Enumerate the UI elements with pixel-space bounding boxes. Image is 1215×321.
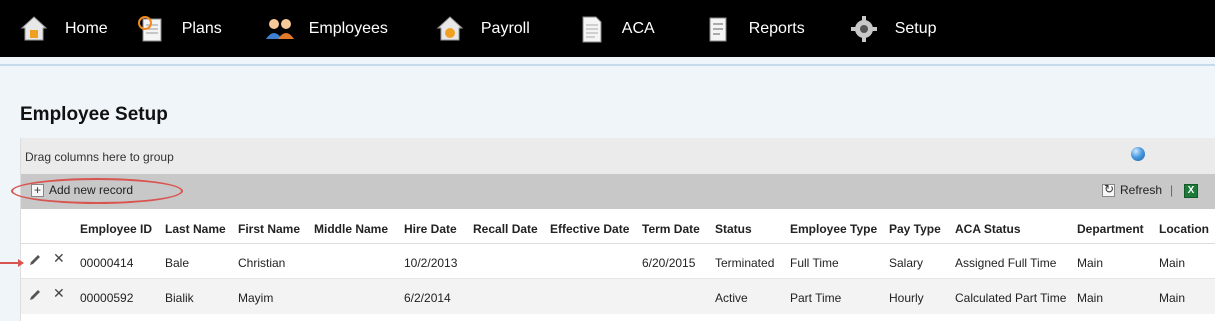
column-header-aca-status[interactable]: ACA Status	[955, 222, 1021, 236]
nav-setup-label: Setup	[894, 19, 937, 37]
plus-icon: +	[31, 183, 44, 197]
refresh-label: Refresh	[1120, 183, 1163, 197]
column-header-employee-type[interactable]: Employee Type	[790, 222, 877, 236]
cell-location: Main	[1159, 291, 1186, 305]
nav-reports[interactable]: Reports	[704, 0, 805, 57]
nav-home[interactable]: Home	[20, 0, 108, 57]
nav-plans-label: Plans	[181, 19, 222, 37]
cell-location: Main	[1159, 256, 1186, 270]
divider	[0, 64, 1215, 66]
cell-last-name: Bialik	[165, 291, 194, 305]
table-header: Employee ID Last Name First Name Middle …	[21, 209, 1215, 244]
nav-setup[interactable]: Setup	[850, 0, 937, 57]
nav-payroll[interactable]: Payroll	[436, 0, 530, 57]
edit-pencil-icon[interactable]	[28, 288, 42, 302]
cell-aca-status: Assigned Full Time	[955, 256, 1057, 270]
cell-department: Main	[1077, 291, 1104, 305]
nav-employees[interactable]: Employees	[264, 0, 388, 57]
cell-hire-date: 10/2/2013	[404, 256, 458, 270]
column-header-effective-date[interactable]: Effective Date	[550, 222, 629, 236]
annotation-arrow	[0, 259, 24, 267]
refresh-button[interactable]: Refresh	[1102, 182, 1163, 197]
table-row[interactable]: ✕ 00000414 Bale Christian 10/2/2013 6/20…	[21, 244, 1215, 279]
reports-icon	[704, 15, 732, 43]
column-header-recall-date[interactable]: Recall Date	[473, 222, 538, 236]
globe-icon[interactable]	[1131, 147, 1145, 161]
payroll-icon	[436, 15, 464, 43]
cell-employee-id: 00000414	[80, 256, 134, 270]
home-icon	[20, 15, 48, 43]
nav-plans[interactable]: Plans	[137, 0, 222, 57]
gear-icon	[850, 15, 878, 43]
group-hint-text: Drag columns here to group	[25, 150, 174, 164]
column-header-department[interactable]: Department	[1077, 222, 1144, 236]
column-header-hire-date[interactable]: Hire Date	[404, 222, 457, 236]
cell-first-name: Mayim	[238, 291, 274, 305]
add-new-record-label: Add new record	[49, 183, 134, 197]
cell-employee-type: Full Time	[790, 256, 839, 270]
plans-icon	[137, 15, 165, 43]
column-header-location[interactable]: Location	[1159, 222, 1209, 236]
nav-reports-label: Reports	[748, 19, 805, 37]
column-header-middle-name[interactable]: Middle Name	[314, 222, 388, 236]
employees-icon	[264, 15, 296, 43]
toolbar-separator: |	[1170, 183, 1174, 197]
cell-department: Main	[1077, 256, 1104, 270]
edit-pencil-icon[interactable]	[28, 253, 42, 267]
column-header-status[interactable]: Status	[715, 222, 752, 236]
cell-pay-type: Hourly	[889, 291, 924, 305]
cell-employee-id: 00000592	[80, 291, 134, 305]
cell-employee-type: Part Time	[790, 291, 842, 305]
nav-aca-label: ACA	[621, 19, 655, 37]
delete-x-icon[interactable]: ✕	[53, 252, 67, 266]
refresh-icon	[1102, 182, 1115, 197]
cell-term-date: 6/20/2015	[642, 256, 696, 270]
nav-home-label: Home	[65, 19, 108, 37]
table-row[interactable]: ✕ 00000592 Bialik Mayim 6/2/2014 Active …	[21, 279, 1215, 314]
grid-toolbar: + Add new record Refresh | X	[11, 174, 1215, 209]
top-navigation: Home Plans Employees Payroll ACA Reports	[0, 0, 1215, 57]
column-header-first-name[interactable]: First Name	[238, 222, 300, 236]
cell-last-name: Bale	[165, 256, 190, 270]
cell-aca-status: Calculated Part Time	[955, 291, 1067, 305]
cell-hire-date: 6/2/2014	[404, 291, 451, 305]
cell-status: Active	[715, 291, 748, 305]
excel-export-icon[interactable]: X	[1184, 184, 1198, 198]
cell-first-name: Christian	[238, 256, 286, 270]
column-header-term-date[interactable]: Term Date	[642, 222, 700, 236]
nav-employees-label: Employees	[308, 19, 388, 37]
cell-status: Terminated	[715, 256, 775, 270]
aca-document-icon	[577, 15, 605, 43]
add-new-record-button[interactable]: + Add new record	[31, 183, 133, 197]
column-header-employee-id[interactable]: Employee ID	[80, 222, 152, 236]
main-content: Employee Setup Drag columns here to grou…	[0, 57, 1215, 321]
nav-aca[interactable]: ACA	[577, 0, 655, 57]
nav-payroll-label: Payroll	[480, 19, 530, 37]
cell-pay-type: Salary	[889, 256, 924, 270]
group-by-panel[interactable]: Drag columns here to group	[21, 138, 1215, 174]
column-header-last-name[interactable]: Last Name	[165, 222, 226, 236]
column-header-pay-type[interactable]: Pay Type	[889, 222, 941, 236]
page-title: Employee Setup	[20, 104, 168, 125]
employee-grid: Drag columns here to group + Add new rec…	[11, 138, 1215, 321]
delete-x-icon[interactable]: ✕	[53, 287, 67, 301]
